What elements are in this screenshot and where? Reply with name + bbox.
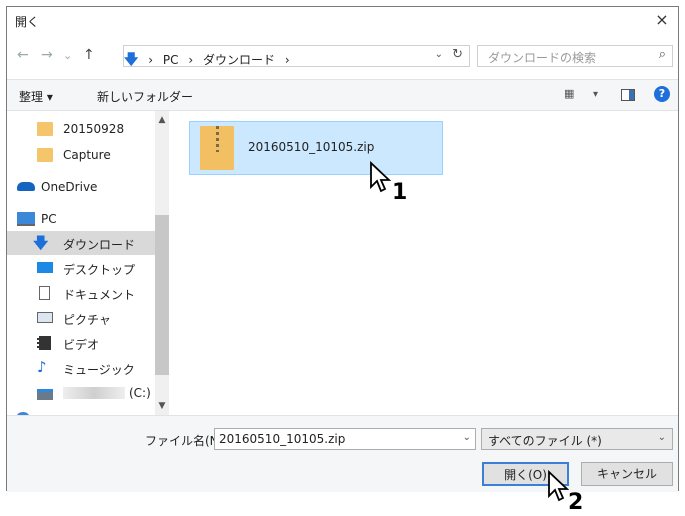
document-icon <box>39 286 50 300</box>
sidebar-item-pc[interactable]: PC <box>7 207 157 231</box>
download-arrow-icon: 🡇 <box>33 234 49 252</box>
downloads-arrow-icon: 🡇 <box>124 52 139 68</box>
sidebar-item-label: (C:) <box>129 386 151 400</box>
scrollbar-thumb[interactable] <box>155 215 169 375</box>
file-name: 20160510_10105.zip <box>248 140 375 154</box>
sidebar-item-network-partial[interactable] <box>7 407 157 415</box>
search-icon[interactable]: ⌕ <box>659 47 666 62</box>
file-type-select[interactable]: すべてのファイル (*) ⌄ <box>481 428 673 450</box>
sidebar-scrollbar[interactable]: ▲ ▼ <box>155 111 169 415</box>
sidebar-item-label: ミュージック <box>63 363 135 377</box>
drive-icon <box>37 389 53 400</box>
forward-icon[interactable]: → <box>41 47 53 63</box>
view-options-icon[interactable]: ▦ <box>564 87 574 100</box>
chevron-up-icon[interactable]: ▲ <box>155 113 169 127</box>
open-file-dialog: 開く × ← → ⌄ ↑ 🡇 › PC › ダウンロード › ⌄ ↻ ダウンロー… <box>6 6 679 492</box>
sidebar-item-pictures[interactable]: ピクチャ <box>7 306 157 330</box>
search-box[interactable]: ダウンロードの検索 ⌕ <box>477 45 673 67</box>
folder-icon <box>37 148 53 162</box>
close-icon[interactable]: × <box>650 9 674 31</box>
sidebar-item-label: ビデオ <box>63 338 100 352</box>
sidebar-item-label: OneDrive <box>41 180 98 194</box>
cloud-icon <box>17 182 35 191</box>
sidebar-item-label: ダウンロード <box>63 238 136 252</box>
cancel-button[interactable]: キャンセル <box>581 462 673 486</box>
pointer-cursor-icon <box>370 161 392 193</box>
sidebar-item-documents[interactable]: ドキュメント <box>7 281 157 305</box>
back-icon[interactable]: ← <box>17 47 29 63</box>
sidebar-item-onedrive[interactable]: OneDrive <box>7 175 157 199</box>
callout-number-2: 2 <box>568 490 584 515</box>
breadcrumb-separator: › <box>188 53 194 67</box>
video-icon <box>37 336 51 350</box>
sidebar-item-label: 20150928 <box>63 122 125 136</box>
refresh-icon[interactable]: ↻ <box>452 47 463 62</box>
breadcrumb-separator: › <box>284 53 290 67</box>
new-folder-button[interactable]: 新しいフォルダー <box>97 88 193 105</box>
organize-button[interactable]: 整理 ▾ <box>19 88 53 105</box>
filename-value: 20160510_10105.zip <box>219 432 346 446</box>
view-dropdown-icon[interactable]: ▾ <box>593 89 598 100</box>
sidebar-item-label: デスクトップ <box>63 263 136 277</box>
filename-field[interactable]: 20160510_10105.zip ⌄ <box>214 428 476 450</box>
address-row: ← → ⌄ ↑ 🡇 › PC › ダウンロード › ⌄ ↻ ダウンロードの検索 … <box>7 41 678 71</box>
navigation-pane: 20150928 Capture OneDrive PC 🡇 ダウンロード デス… <box>7 111 169 415</box>
breadcrumb: 🡇 › PC › ダウンロード › <box>124 49 296 73</box>
breadcrumb-pc[interactable]: PC <box>163 53 179 67</box>
sidebar-item-downloads[interactable]: 🡇 ダウンロード <box>7 231 157 255</box>
breadcrumb-downloads[interactable]: ダウンロード <box>203 53 275 67</box>
recent-locations-icon[interactable]: ⌄ <box>63 49 72 62</box>
music-note-icon: ♪ <box>37 358 47 376</box>
command-bar: 整理 ▾ 新しいフォルダー ▦ ▾ ? <box>7 79 678 111</box>
address-bar[interactable]: 🡇 › PC › ダウンロード › ⌄ ↻ <box>123 45 470 68</box>
sidebar-item-local-disk[interactable]: (C:) <box>7 381 157 405</box>
zip-folder-icon <box>200 126 234 170</box>
chevron-down-icon[interactable]: ▼ <box>155 399 169 413</box>
sidebar-item-label: ドキュメント <box>63 288 136 302</box>
callout-number-1: 1 <box>392 180 408 205</box>
sidebar-item-music[interactable]: ♪ ミュージック <box>7 356 157 380</box>
sidebar-item-desktop[interactable]: デスクトップ <box>7 256 157 280</box>
title-bar: 開く × <box>7 7 678 35</box>
picture-icon <box>37 312 53 323</box>
computer-icon <box>17 212 35 226</box>
chevron-down-icon[interactable]: ⌄ <box>435 49 443 60</box>
drive-label-redacted <box>63 387 125 399</box>
file-list: 20160510_10105.zip <box>169 111 678 415</box>
sidebar-item-label: PC <box>41 212 57 226</box>
desktop-icon <box>37 262 53 273</box>
sidebar-item-videos[interactable]: ビデオ <box>7 331 157 355</box>
file-item[interactable]: 20160510_10105.zip <box>189 121 443 175</box>
breadcrumb-separator: › <box>148 53 154 67</box>
window-title: 開く <box>15 15 40 29</box>
chevron-down-icon[interactable]: ⌄ <box>658 432 666 443</box>
sidebar-item-label: Capture <box>63 148 111 162</box>
chevron-down-icon[interactable]: ⌄ <box>463 432 471 443</box>
dialog-footer: ファイル名(N): 20160510_10105.zip ⌄ すべてのファイル … <box>7 415 678 492</box>
folder-icon <box>37 122 53 136</box>
sidebar-item-capture[interactable]: Capture <box>7 143 157 167</box>
file-type-value: すべてのファイル (*) <box>488 434 602 448</box>
help-icon[interactable]: ? <box>654 86 670 102</box>
sidebar-item-20150928[interactable]: 20150928 <box>7 117 157 141</box>
up-icon[interactable]: ↑ <box>83 47 95 63</box>
sidebar-item-label: ピクチャ <box>63 313 111 327</box>
preview-pane-icon[interactable] <box>621 89 635 101</box>
search-placeholder: ダウンロードの検索 <box>488 51 597 65</box>
